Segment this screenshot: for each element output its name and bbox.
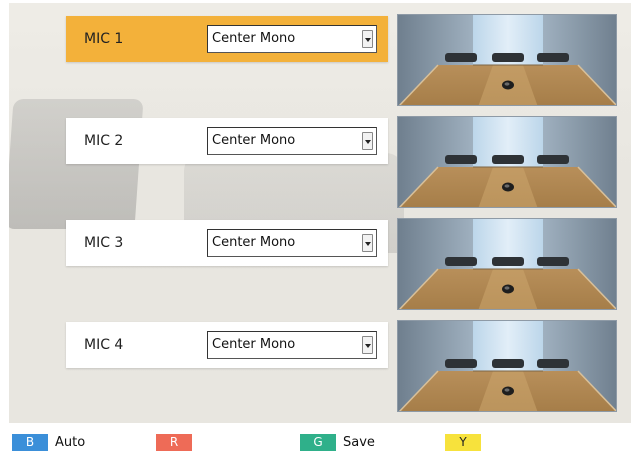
- blue-key-label: Auto: [55, 435, 86, 450]
- red-key-button[interactable]: R: [156, 434, 192, 451]
- mic-mode-select[interactable]: Center Mono: [207, 331, 377, 359]
- blue-key-button[interactable]: B: [12, 434, 48, 451]
- mic-mode-select[interactable]: Center Mono: [207, 127, 377, 155]
- mic-mode-select[interactable]: Center Mono: [207, 229, 377, 257]
- green-key-button[interactable]: G: [300, 434, 336, 451]
- mic-mode-value: Center Mono: [212, 235, 296, 250]
- dropdown-arrow-icon[interactable]: [362, 336, 373, 354]
- mic-position-diagram-3: [397, 218, 617, 310]
- mic-settings-screen: MIC 1 Center Mono MIC 2 Center Mono MIC …: [9, 3, 631, 423]
- mic-mode-value: Center Mono: [212, 337, 296, 352]
- yellow-key-button[interactable]: Y: [445, 434, 481, 451]
- mic-position-diagram-2: [397, 116, 617, 208]
- color-key-bar: B Auto R G Save Y: [0, 425, 636, 457]
- mic-row-4[interactable]: MIC 4 Center Mono: [66, 322, 388, 368]
- mic-label: MIC 1: [84, 31, 124, 47]
- green-key-label: Save: [343, 435, 375, 450]
- dropdown-arrow-icon[interactable]: [362, 132, 373, 150]
- mic-mode-select[interactable]: Center Mono: [207, 25, 377, 53]
- mic-position-diagram-1: [397, 14, 617, 106]
- mic-mode-value: Center Mono: [212, 31, 296, 46]
- mic-row-1[interactable]: MIC 1 Center Mono: [66, 16, 388, 62]
- mic-row-3[interactable]: MIC 3 Center Mono: [66, 220, 388, 266]
- dropdown-arrow-icon[interactable]: [362, 30, 373, 48]
- mic-label: MIC 4: [84, 337, 124, 353]
- mic-label: MIC 3: [84, 235, 124, 251]
- mic-label: MIC 2: [84, 133, 124, 149]
- mic-row-2[interactable]: MIC 2 Center Mono: [66, 118, 388, 164]
- mic-position-diagram-4: [397, 320, 617, 412]
- dropdown-arrow-icon[interactable]: [362, 234, 373, 252]
- mic-mode-value: Center Mono: [212, 133, 296, 148]
